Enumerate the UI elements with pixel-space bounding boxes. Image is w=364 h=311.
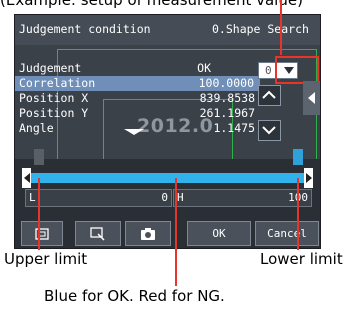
device-screen: Judgement condition 0.Shape Search Judge… — [14, 14, 321, 249]
item-label: Angle — [19, 121, 54, 135]
lower-limit-tag: L — [29, 191, 36, 204]
lower-limit-field[interactable]: L 0 — [25, 189, 172, 207]
zoom-icon — [90, 226, 105, 241]
item-label: Correlation — [19, 76, 96, 90]
caption-top: (Example: setup of measurement value) — [0, 0, 303, 9]
chevron-left-icon — [308, 92, 315, 104]
upper-limit-tag: H — [177, 191, 184, 204]
item-label: Position X — [19, 91, 89, 105]
upper-limit-marker[interactable] — [34, 149, 44, 165]
unit-name: 0.Shape Search — [212, 22, 309, 36]
lower-limit-value: 0 — [161, 191, 168, 204]
judgement-bar — [31, 173, 304, 183]
cancel-button[interactable]: Cancel — [255, 221, 319, 246]
upper-limit-callout-line — [38, 178, 40, 250]
item-label: Position Y — [19, 106, 89, 120]
item-value: 100.0000 — [198, 76, 254, 90]
upper-limit-callout: Upper limit — [4, 250, 88, 268]
list-item[interactable]: Position Y 261.1967 — [15, 106, 255, 121]
increase-button[interactable] — [304, 168, 313, 188]
chevron-up-icon — [262, 90, 276, 99]
measurement-list: Judgement OK Correlation 100.0000 Positi… — [15, 61, 260, 136]
bar-callout-line — [175, 178, 177, 286]
capture-button[interactable] — [125, 221, 171, 246]
list-item[interactable]: Position X 839.8538 — [15, 91, 255, 106]
dropdown-callout-line — [280, 0, 282, 55]
upper-limit-field[interactable]: H 100 — [173, 189, 312, 207]
item-value: 1.1475 — [213, 121, 255, 135]
screen: Judgement condition 0.Shape Search Judge… — [15, 15, 320, 248]
item-label: Judgement — [19, 61, 82, 75]
side-panel-tab[interactable] — [303, 81, 320, 115]
scroll-up-button[interactable] — [258, 85, 281, 106]
limit-fields: L 0 H 100 — [25, 189, 312, 207]
lower-limit-callout-line — [297, 178, 299, 250]
arrow-left-icon — [24, 173, 30, 183]
ok-button[interactable]: OK — [187, 221, 251, 246]
fit-view-button[interactable] — [21, 221, 63, 246]
fit-view-icon — [35, 227, 49, 240]
watermark-text: 2012.0 — [137, 115, 214, 137]
toolbar: OK Cancel — [15, 217, 320, 248]
decrease-button[interactable] — [22, 168, 31, 188]
list-item-selected[interactable]: Correlation 100.0000 — [15, 76, 260, 91]
highlight-box — [275, 56, 319, 84]
bar-color-callout: Blue for OK. Red for NG. — [44, 287, 225, 305]
item-value: 839.8538 — [199, 91, 255, 105]
camera-icon — [141, 227, 155, 240]
scroll-down-button[interactable] — [258, 120, 281, 141]
arrow-right-icon — [306, 173, 312, 183]
dropdown-value: 0 — [265, 64, 272, 77]
list-item[interactable]: Judgement OK — [15, 61, 255, 76]
zoom-button[interactable] — [75, 221, 121, 246]
lower-limit-callout: Lower limit — [260, 250, 343, 268]
chevron-down-icon — [262, 126, 276, 135]
page-title: Judgement condition — [19, 22, 151, 36]
title-bar: Judgement condition 0.Shape Search — [15, 15, 320, 45]
pointer-icon — [124, 129, 144, 135]
item-value: OK — [197, 61, 211, 75]
lower-limit-marker[interactable] — [293, 149, 303, 165]
